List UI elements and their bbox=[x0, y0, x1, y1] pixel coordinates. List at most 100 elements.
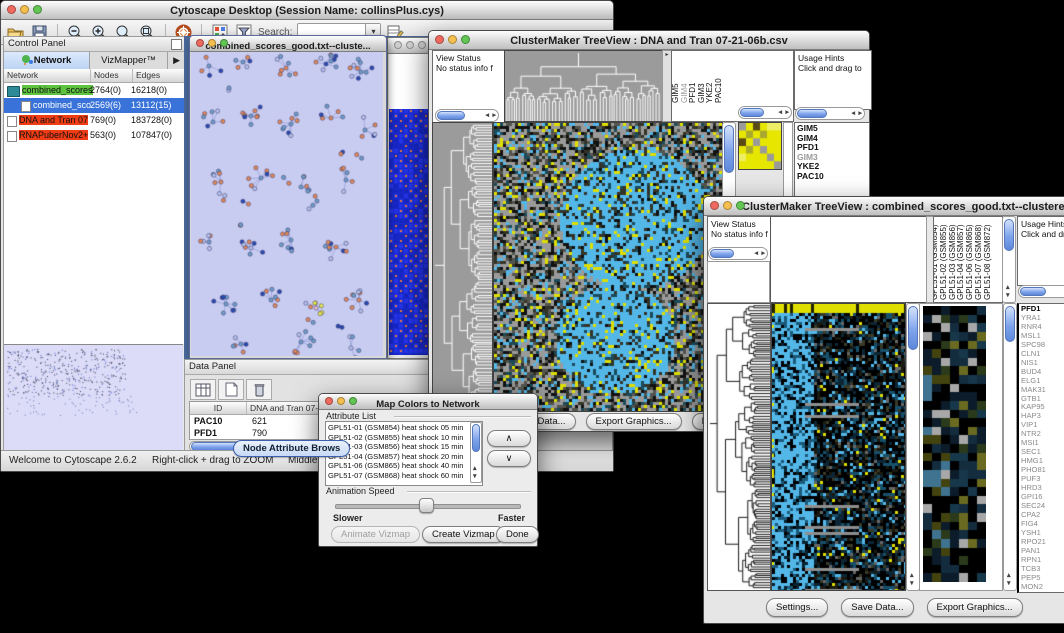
rotated-column-label[interactable]: PFD1 bbox=[688, 83, 697, 103]
main-titlebar[interactable]: Cytoscape Desktop (Session Name: collins… bbox=[1, 1, 613, 20]
zoom-window-icon[interactable] bbox=[33, 5, 42, 14]
heatmap-vscrollbar[interactable]: ▴▾ bbox=[906, 303, 920, 591]
traffic-lights bbox=[394, 41, 426, 49]
close-icon[interactable] bbox=[435, 35, 444, 44]
attribute-list-item[interactable]: GPL51-06 (GSM865) heat shock 40 min bbox=[328, 461, 480, 471]
column-dendrogram[interactable] bbox=[504, 50, 663, 122]
dialog-titlebar[interactable]: Map Colors to Network bbox=[319, 394, 537, 410]
rotated-column-label[interactable]: GIM5 bbox=[671, 83, 680, 103]
node-attribute-browser-tab[interactable]: Node Attribute Brows bbox=[233, 440, 350, 457]
minimize-icon[interactable] bbox=[723, 201, 732, 210]
row-dendrogram[interactable] bbox=[432, 122, 493, 412]
save-data-button[interactable]: Save Data... bbox=[841, 598, 913, 617]
close-icon[interactable] bbox=[710, 201, 719, 210]
close-icon[interactable] bbox=[325, 397, 333, 405]
traffic-lights[interactable] bbox=[435, 35, 470, 44]
dense-network-view[interactable] bbox=[389, 109, 429, 355]
attribute-list-item[interactable]: GPL51-01 (GSM854) heat shock 05 min bbox=[328, 423, 480, 433]
labels-hscrollbar[interactable]: ◂▸ bbox=[738, 106, 792, 119]
status-welcome: Welcome to Cytoscape 2.6.2 bbox=[9, 455, 137, 466]
gene-label[interactable]: PAC10 bbox=[797, 172, 867, 182]
col-nodes[interactable]: Nodes bbox=[91, 69, 133, 82]
view-status-hscrollbar[interactable]: ◂▸ bbox=[708, 247, 768, 260]
rotated-column-label[interactable]: GPL51-02 (GSM855) bbox=[939, 224, 948, 300]
zoom-window-icon[interactable] bbox=[349, 397, 357, 405]
treeview1-titlebar[interactable]: ClusterMaker TreeView : DNA and Tran 07-… bbox=[429, 31, 869, 50]
network-nodes-count: 563(0) bbox=[90, 128, 116, 143]
rotated-column-label[interactable]: GPL51-06 (GSM865) bbox=[965, 224, 974, 300]
network-item-icon bbox=[7, 116, 17, 127]
col-network[interactable]: Network bbox=[4, 69, 91, 82]
gene-label[interactable]: MON2 bbox=[1021, 583, 1064, 592]
column-labels-panel: GIM5GIM4PFD1GIM3YKE2PAC10 ◂▸ bbox=[671, 50, 794, 122]
export-graphics-button[interactable]: Export Graphics... bbox=[927, 598, 1023, 617]
export-graphics-button[interactable]: Export Graphics... bbox=[586, 413, 682, 430]
rotated-column-label[interactable]: GPL51-08 (GSM872) bbox=[983, 224, 992, 300]
tab-overflow-arrow-icon[interactable]: ▶ bbox=[168, 52, 185, 70]
heatmap-view[interactable] bbox=[493, 122, 723, 412]
attribute-list-item[interactable]: GPL51-07 (GSM868) heat shock 60 min bbox=[328, 471, 480, 481]
usage-hints-label: Usage Hints bbox=[1021, 219, 1064, 229]
attribute-list-item[interactable]: GPL51-03 (GSM856) heat shock 15 min bbox=[328, 442, 480, 452]
attribute-list-item[interactable]: GPL51-02 (GSM855) heat shock 10 min bbox=[328, 433, 480, 443]
genes-vscrollbar[interactable]: ▴▾ bbox=[1003, 303, 1017, 591]
minimize-icon[interactable] bbox=[208, 39, 216, 47]
treeview2-title: ClusterMaker TreeView : combined_scores_… bbox=[742, 201, 1064, 213]
network-tree-row[interactable]: combined_scores 2764(0) 16218(0) bbox=[4, 83, 185, 98]
col-edges[interactable]: Edges bbox=[133, 69, 185, 82]
move-down-button[interactable]: ∨ bbox=[487, 450, 531, 467]
tab-vizmapper[interactable]: VizMapper™ bbox=[90, 52, 168, 70]
done-button[interactable]: Done bbox=[496, 526, 539, 543]
close-icon[interactable] bbox=[196, 39, 204, 47]
network-tree-row[interactable]: combined_sco 2569(6) 13112(15) bbox=[4, 98, 185, 113]
network-view-title: combined_scores_good.txt--cluste... bbox=[205, 41, 370, 52]
attribute-list-item[interactable]: GPL51-04 (GSM857) heat shock 20 min bbox=[328, 452, 480, 462]
zoom-heatmap[interactable] bbox=[738, 122, 782, 170]
select-attributes-button[interactable] bbox=[190, 379, 216, 400]
view-status-hscrollbar[interactable]: ◂▸ bbox=[435, 109, 499, 122]
zoom-window-icon[interactable] bbox=[461, 35, 470, 44]
traffic-lights[interactable] bbox=[7, 5, 42, 14]
usage-hints-hscrollbar[interactable]: ◂▸ bbox=[795, 107, 865, 120]
move-up-button[interactable]: ∧ bbox=[487, 430, 531, 447]
traffic-lights[interactable] bbox=[196, 39, 228, 47]
listbox-vscrollbar[interactable]: ▴▾ bbox=[470, 422, 482, 483]
column-dendrogram[interactable] bbox=[770, 216, 927, 303]
float-panel-icon[interactable] bbox=[171, 39, 182, 50]
animate-vizmap-button[interactable]: Animate Vizmap bbox=[331, 526, 420, 543]
rotated-column-label[interactable]: GPL51-07 (GSM868) bbox=[974, 224, 983, 300]
labels-vscrollbar[interactable]: ▴▾ bbox=[1002, 216, 1016, 303]
group-divider bbox=[407, 491, 531, 493]
network-overview-panel[interactable] bbox=[4, 344, 183, 451]
attribute-row-id: PFD1 bbox=[190, 428, 217, 438]
tab-network[interactable]: Network bbox=[4, 52, 90, 70]
col-id[interactable]: ID bbox=[190, 402, 247, 414]
new-attribute-button[interactable] bbox=[218, 379, 244, 400]
network-tree-row[interactable]: DNA and Tran 07 769(0) 183728(0) bbox=[4, 113, 185, 128]
zoom-window-icon[interactable] bbox=[736, 201, 745, 210]
rotated-column-label[interactable]: YKE2 bbox=[705, 83, 714, 103]
zoom-heatmap-panel bbox=[919, 303, 1003, 591]
treeview2-titlebar[interactable]: ClusterMaker TreeView : combined_scores_… bbox=[704, 197, 1064, 216]
heatmap-view[interactable] bbox=[771, 303, 906, 591]
network-view-canvas[interactable] bbox=[191, 52, 383, 356]
network-view-titlebar[interactable]: combined_scores_good.txt--cluste... bbox=[190, 36, 386, 52]
row-dendrogram[interactable] bbox=[707, 303, 771, 591]
traffic-lights[interactable] bbox=[325, 397, 357, 405]
delete-attribute-icon[interactable] bbox=[246, 379, 272, 400]
background-network-window[interactable] bbox=[387, 37, 433, 359]
animation-slider-thumb[interactable] bbox=[419, 498, 434, 513]
network-tree-row[interactable]: RNAPuberNov2+ 563(0) 107847(0) bbox=[4, 128, 185, 143]
zoom-window-icon[interactable] bbox=[220, 39, 228, 47]
close-icon[interactable] bbox=[7, 5, 16, 14]
usage-hints-hscrollbar[interactable] bbox=[1018, 285, 1064, 298]
minimize-icon[interactable] bbox=[337, 397, 345, 405]
traffic-lights[interactable] bbox=[710, 201, 745, 210]
minimize-icon[interactable] bbox=[448, 35, 457, 44]
zoom-heatmap[interactable] bbox=[923, 306, 986, 582]
create-vizmap-button[interactable]: Create Vizmap bbox=[422, 526, 505, 543]
rotated-column-label[interactable]: PAC10 bbox=[714, 78, 723, 103]
minimize-icon[interactable] bbox=[20, 5, 29, 14]
settings-button[interactable]: Settings... bbox=[766, 598, 828, 617]
attribute-listbox[interactable]: GPL51-01 (GSM854) heat shock 05 minGPL51… bbox=[325, 421, 483, 486]
